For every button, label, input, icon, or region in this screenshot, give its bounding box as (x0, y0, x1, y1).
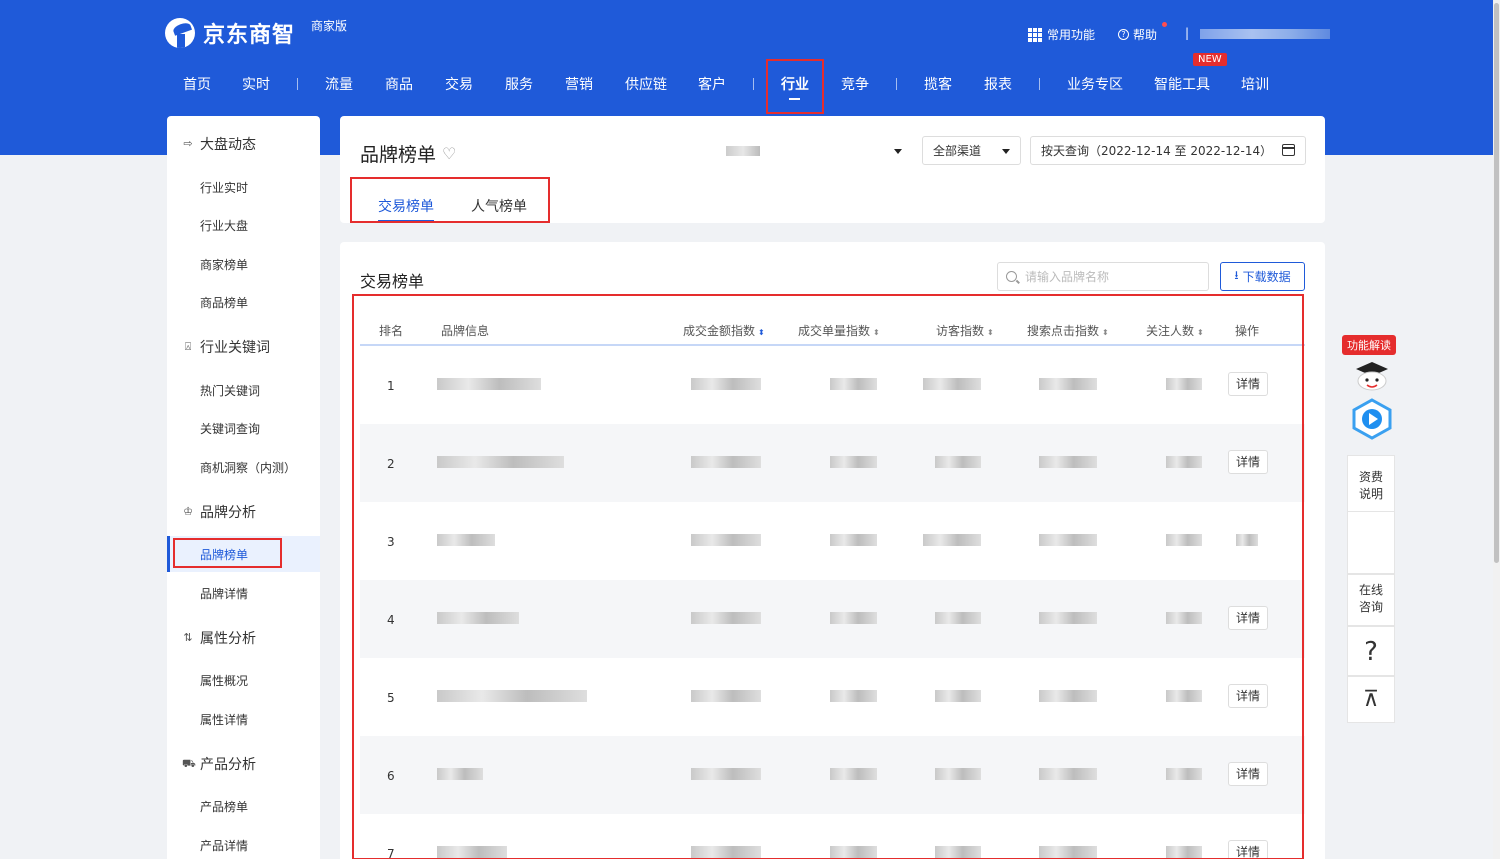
sidebar-item-product-ranking[interactable]: 商品榜单 (200, 294, 248, 311)
sidebar-item-hot-keywords[interactable]: 热门关键词 (200, 382, 260, 399)
channel-select[interactable]: 全部渠道 (922, 136, 1021, 165)
jd-logo-icon (165, 18, 195, 48)
common-functions-button[interactable]: 常用功能 (1028, 26, 1095, 43)
nav-item-competition[interactable]: 竞争 (841, 74, 869, 94)
nav-separator (297, 78, 298, 90)
highlight-box-tabs (350, 177, 550, 223)
grid-icon (1028, 27, 1042, 42)
nav-item-realtime[interactable]: 实时 (242, 74, 270, 94)
sort-icon: ⇅ (183, 631, 193, 644)
category-select[interactable] (715, 136, 913, 165)
nav-item-product[interactable]: 商品 (385, 74, 413, 94)
sidebar-item-brand-detail[interactable]: 品牌详情 (200, 585, 248, 602)
online-consult-button[interactable]: 在线咨询 (1347, 574, 1395, 626)
back-to-top-icon: ⊼ (1362, 687, 1380, 712)
date-select[interactable]: 按天查询（2022-12-14 至 2022-12-14） (1030, 136, 1306, 165)
sidebar-item-product-detail[interactable]: 产品详情 (200, 837, 248, 854)
sidebar-group-attribute[interactable]: ⇅ 属性分析 (182, 628, 256, 648)
page-title: 品牌榜单 (360, 144, 437, 166)
sidebar-group-brand[interactable]: ♔ 品牌分析 (182, 502, 256, 522)
highlight-box-nav (766, 59, 824, 114)
search-icon (1006, 271, 1017, 282)
nav-separator (896, 78, 897, 90)
highlight-box-table (352, 294, 1304, 859)
sidebar-item-opportunity-insight[interactable]: 商机洞察（内测） (200, 459, 296, 476)
sidebar: ⇨ 大盘动态 行业实时 行业大盘 商家榜单 商品榜单 ⍓ 行业关键词 热门关键词… (167, 116, 320, 859)
table-card: 交易榜单 请输入品牌名称 ⭳ 下载数据 排名 品牌信息 成交金额指数 ⬍ 成交单量… (340, 242, 1325, 859)
fee-description-button[interactable]: 资费说明 (1347, 455, 1395, 512)
sidebar-group-keywords[interactable]: ⍓ 行业关键词 (182, 337, 270, 357)
tag-icon: ⍓ (184, 340, 192, 353)
notification-dot (1162, 22, 1167, 27)
user-account[interactable] (1200, 29, 1330, 39)
calendar-icon (1282, 144, 1295, 156)
help-label: 帮助 (1133, 28, 1158, 42)
header-card: 品牌榜单 ♡ 全部渠道 按天查询（2022-12-14 至 2022-12-14… (340, 116, 1325, 223)
float-blank (1347, 512, 1395, 574)
search-placeholder: 请输入品牌名称 (1025, 270, 1110, 284)
logo[interactable]: 京东商智 (165, 17, 295, 49)
sidebar-group-label: 大盘动态 (200, 137, 256, 153)
nav-separator (753, 78, 754, 90)
category-value (726, 145, 760, 156)
crown-icon: ♔ (183, 505, 193, 518)
sidebar-item-industry-overview[interactable]: 行业大盘 (200, 217, 248, 234)
nav-item-smart-tools[interactable]: 智能工具 (1154, 74, 1210, 94)
nav-item-marketing[interactable]: 营销 (565, 74, 593, 94)
sidebar-group-label: 行业关键词 (200, 340, 270, 356)
channel-value: 全部渠道 (933, 144, 982, 158)
nav-item-lead[interactable]: 揽客 (924, 74, 952, 94)
fee-description-label: 资费说明 (1358, 470, 1383, 501)
scrollbar-thumb[interactable] (1494, 3, 1499, 563)
highlight-box-sidebar (173, 538, 282, 568)
online-consult-label: 在线咨询 (1358, 583, 1383, 614)
help-question-button[interactable]: ? (1347, 626, 1395, 676)
heart-icon[interactable]: ♡ (442, 144, 456, 163)
sidebar-group-label: 品牌分析 (200, 505, 256, 521)
help-button[interactable]: ? 帮助 (1118, 26, 1157, 43)
nav-item-supply-chain[interactable]: 供应链 (625, 74, 667, 94)
new-badge: NEW (1193, 53, 1227, 66)
brand-search-input[interactable]: 请输入品牌名称 (997, 262, 1209, 291)
arrow-icon: ⇨ (183, 137, 193, 150)
sidebar-item-attribute-overview[interactable]: 属性概况 (200, 672, 248, 689)
nav-item-home[interactable]: 首页 (183, 74, 211, 94)
sidebar-group-product[interactable]: ⛟ 产品分析 (182, 754, 256, 774)
nav-item-training[interactable]: 培训 (1241, 74, 1269, 94)
nav-item-report[interactable]: 报表 (984, 74, 1012, 94)
help-icon: ? (1118, 29, 1129, 40)
sidebar-group-label: 属性分析 (200, 631, 256, 647)
section-title: 交易榜单 (360, 272, 425, 291)
nav-item-traffic[interactable]: 流量 (325, 74, 353, 94)
mascot-video-icon[interactable] (1352, 362, 1392, 442)
question-icon: ? (1364, 637, 1378, 667)
sidebar-item-industry-realtime[interactable]: 行业实时 (200, 179, 248, 196)
download-icon: ⭳ (1234, 268, 1239, 282)
sidebar-item-keyword-query[interactable]: 关键词查询 (200, 420, 260, 437)
feature-guide-label[interactable]: 功能解读 (1342, 335, 1396, 355)
date-value: 按天查询（2022-12-14 至 2022-12-14） (1041, 144, 1273, 158)
brand-name: 京东商智 (203, 23, 296, 48)
sidebar-group-market[interactable]: ⇨ 大盘动态 (182, 134, 256, 154)
nav-separator (1039, 78, 1040, 90)
chevron-down-icon (894, 149, 902, 154)
sidebar-item-attribute-detail[interactable]: 属性详情 (200, 711, 248, 728)
sidebar-item-merchant-ranking[interactable]: 商家榜单 (200, 256, 248, 273)
sidebar-group-label: 产品分析 (200, 757, 256, 773)
download-data-button[interactable]: ⭳ 下载数据 (1220, 262, 1305, 291)
nav-item-customer[interactable]: 客户 (698, 74, 726, 94)
common-functions-label: 常用功能 (1047, 28, 1096, 42)
nav-item-trade[interactable]: 交易 (445, 74, 473, 94)
brand-edition: 商家版 (311, 19, 348, 33)
nav-item-business-zone[interactable]: 业务专区 (1067, 74, 1123, 94)
top-separator: | (1185, 26, 1190, 40)
cart-icon: ⛟ (182, 757, 196, 770)
nav-item-service[interactable]: 服务 (505, 74, 533, 94)
chevron-down-icon (1002, 149, 1010, 154)
back-to-top-button[interactable]: ⊼ (1347, 676, 1395, 723)
download-label: 下载数据 (1242, 270, 1291, 284)
sidebar-item-product-analysis-ranking[interactable]: 产品榜单 (200, 798, 248, 815)
